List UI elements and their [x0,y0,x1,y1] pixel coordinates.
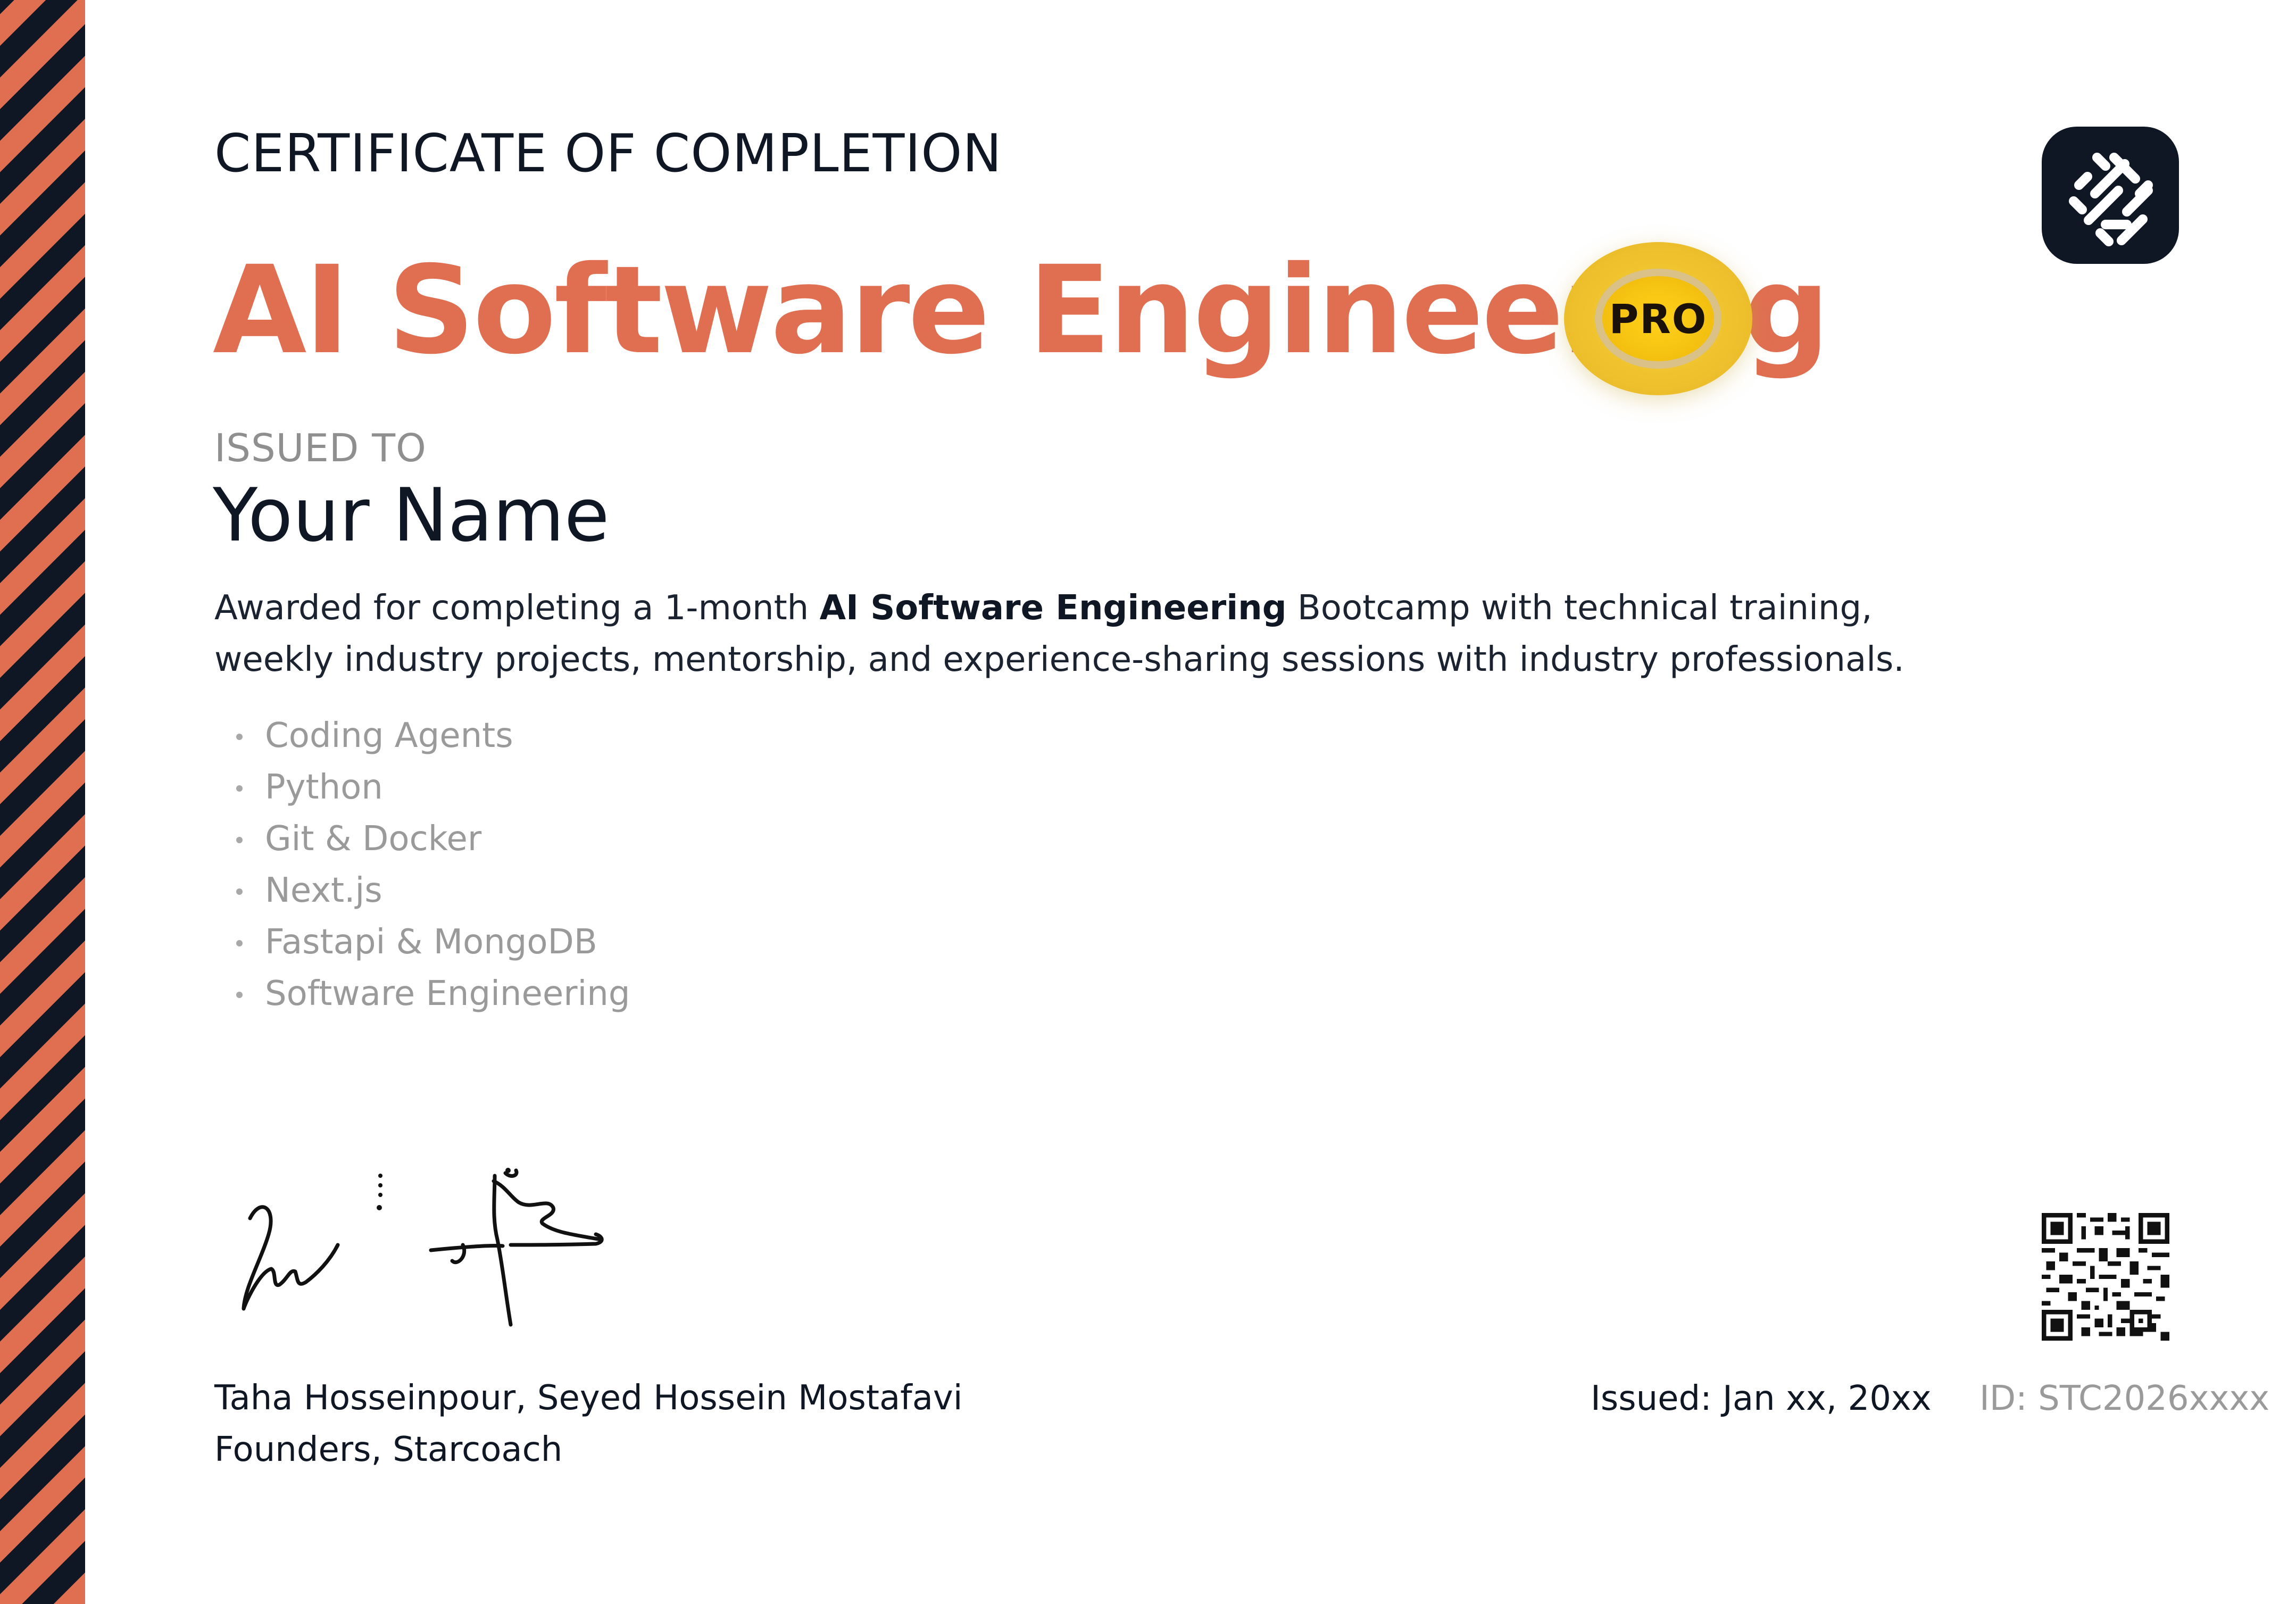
pro-badge-label: PRO [1609,295,1708,343]
description-course-name: AI Software Engineering [819,588,1287,628]
founders-names: Taha Hosseinpour, Seyed Hossein Mostafav… [214,1378,963,1418]
skills-list: Coding Agents Python Git & Docker Next.j… [229,710,630,1020]
skill-item: Software Engineering [229,968,630,1020]
skill-item: Git & Docker [229,813,630,865]
decorative-stripe-border [0,0,85,1604]
starcoach-logo-icon [2042,127,2179,264]
description-prefix: Awarded for completing a 1-month [214,588,820,628]
pro-badge: PRO [1564,242,1752,395]
skill-item: Next.js [229,865,630,917]
certificate-id: ID: STC2026xxxx [1979,1379,2270,1418]
skill-item: Python [229,762,630,813]
award-description: Awarded for completing a 1-month AI Soft… [214,583,1970,686]
skill-item: Coding Agents [229,710,630,762]
founders-title: Founders, Starcoach [214,1430,563,1469]
issued-date: Issued: Jan xx, 20xx [1591,1379,1932,1418]
issued-to-label: ISSUED TO [214,426,427,470]
qr-code-icon[interactable] [2042,1213,2169,1341]
signature-seyed [429,1168,604,1327]
certificate-heading: CERTIFICATE OF COMPLETION [214,123,1002,184]
founders-block: Taha Hosseinpour, Seyed Hossein Mostafav… [214,1373,963,1476]
signature-taha [242,1174,382,1311]
skill-item: Fastapi & MongoDB [229,917,630,968]
issue-info: Issued: Jan xx, 20xx ID: STC2026xxxx [1591,1379,2269,1418]
recipient-name: Your Name [213,472,610,558]
